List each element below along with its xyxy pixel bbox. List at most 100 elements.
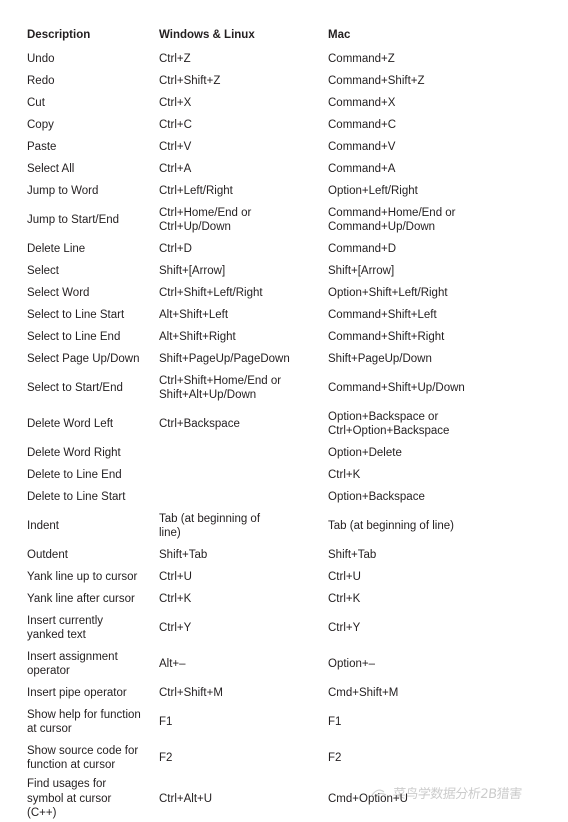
shortcut-mac-line: Shift+[Arrow] xyxy=(328,264,395,277)
shortcut-description: Indent xyxy=(0,519,159,534)
shortcut-description-line: Redo xyxy=(27,74,55,87)
shortcut-mac: Option+– xyxy=(328,657,541,672)
shortcut-mac: Option+Delete xyxy=(328,446,541,461)
shortcut-windows-linux: Ctrl+Shift+M xyxy=(159,686,328,701)
table-row: Cut Ctrl+X Command+X xyxy=(0,92,568,114)
shortcut-description: Delete Word Left xyxy=(0,417,159,432)
shortcut-mac-line: Command+D xyxy=(328,242,397,255)
shortcut-mac-line: Command+Shift+Up/Down xyxy=(328,381,465,394)
shortcut-mac-line: Ctrl+K xyxy=(328,468,361,481)
table-row: Delete to Line End Ctrl+K xyxy=(0,464,568,486)
shortcut-mac-line: Command+Z xyxy=(328,52,395,65)
shortcut-description: Copy xyxy=(0,118,159,133)
table-row: Delete Line Ctrl+D Command+D xyxy=(0,238,568,260)
shortcut-description-line: Jump to Start/End xyxy=(27,213,120,226)
shortcut-windows-linux: Shift+Tab xyxy=(159,548,328,563)
shortcut-mac: Command+A xyxy=(328,162,541,177)
table-row: Delete to Line Start Option+Backspace xyxy=(0,486,568,508)
shortcut-windows-linux-line: Ctrl+V xyxy=(159,140,192,153)
table-row: Select Shift+[Arrow] Shift+[Arrow] xyxy=(0,260,568,282)
table-row: Outdent Shift+Tab Shift+Tab xyxy=(0,544,568,566)
shortcut-windows-linux: Ctrl+X xyxy=(159,96,328,111)
shortcut-mac-line: Ctrl+K xyxy=(328,592,361,605)
shortcut-windows-linux-line: line) xyxy=(159,527,181,539)
shortcut-mac: Tab (at beginning of line) xyxy=(328,519,541,534)
shortcut-windows-linux: Shift+PageUp/PageDown xyxy=(159,352,328,367)
shortcut-description-line: function at cursor xyxy=(27,759,116,771)
shortcut-description-line: at cursor xyxy=(27,723,72,735)
shortcut-windows-linux: Ctrl+Shift+Left/Right xyxy=(159,286,328,301)
shortcut-description: Select to Start/End xyxy=(0,381,159,396)
shortcut-description: Select Word xyxy=(0,286,159,301)
shortcut-description-line: Delete Line xyxy=(27,242,86,255)
shortcut-windows-linux-line: F1 xyxy=(159,715,173,728)
shortcut-windows-linux: F2 xyxy=(159,751,328,766)
shortcut-windows-linux: Ctrl+Shift+Z xyxy=(159,74,328,89)
shortcut-windows-linux: Ctrl+Z xyxy=(159,52,328,67)
shortcut-description-line: Paste xyxy=(27,140,57,153)
shortcut-description-line: symbol at cursor xyxy=(27,792,112,805)
shortcut-windows-linux-line: Alt+– xyxy=(159,657,186,670)
shortcut-description: Insert currently yanked text xyxy=(0,614,159,643)
shortcut-description: Jump to Start/End xyxy=(0,213,159,228)
shortcut-mac: Cmd+Option+U xyxy=(328,792,541,807)
table-row: Delete Word Left Ctrl+Backspace Option+Bac… xyxy=(0,406,568,442)
shortcut-description: Redo xyxy=(0,74,159,89)
shortcut-windows-linux: Ctrl+V xyxy=(159,140,328,155)
shortcut-mac-line: Command+Shift+Left xyxy=(328,308,437,321)
shortcut-description: Select to Line Start xyxy=(0,308,159,323)
shortcut-windows-linux: Alt+– xyxy=(159,657,328,672)
shortcut-mac-line: Command+C xyxy=(328,118,397,131)
table-row: Select All Ctrl+A Command+A xyxy=(0,158,568,180)
shortcut-windows-linux: Ctrl+U xyxy=(159,570,328,585)
shortcut-description: Paste xyxy=(0,140,159,155)
shortcut-description: Select All xyxy=(0,162,159,177)
shortcut-windows-linux-line: Alt+Shift+Right xyxy=(159,330,236,343)
shortcut-description-line: operator xyxy=(27,665,70,677)
shortcut-windows-linux: Ctrl+K xyxy=(159,592,328,607)
shortcut-mac: Command+Shift+Right xyxy=(328,330,541,345)
shortcut-description-line: Insert assignment xyxy=(27,650,118,663)
shortcut-windows-linux-line: Ctrl+Y xyxy=(159,621,192,634)
shortcut-mac: Option+Shift+Left/Right xyxy=(328,286,541,301)
shortcut-description-line: Select Word xyxy=(27,286,90,299)
shortcut-mac-line: F1 xyxy=(328,715,342,728)
shortcut-windows-linux-line: Ctrl+C xyxy=(159,118,192,131)
shortcut-mac-line: Option+Delete xyxy=(328,446,402,459)
table-row: Insert assignment operator Alt+– Option+– xyxy=(0,646,568,682)
shortcut-windows-linux: F1 xyxy=(159,715,328,730)
shortcut-mac-line: Command+V xyxy=(328,140,396,153)
shortcut-mac-line: Option+– xyxy=(328,657,375,670)
shortcut-description: Show help for function at cursor xyxy=(0,708,159,737)
shortcut-windows-linux: Ctrl+A xyxy=(159,162,328,177)
shortcut-windows-linux: Ctrl+Backspace xyxy=(159,417,328,432)
shortcut-mac: Ctrl+U xyxy=(328,570,541,585)
shortcut-mac-line: Command+Shift+Right xyxy=(328,330,445,343)
shortcut-description-line: Select to Line Start xyxy=(27,308,125,321)
shortcut-description-line: Delete to Line Start xyxy=(27,490,126,503)
shortcut-description-line: Select All xyxy=(27,162,75,175)
column-header-description: Description xyxy=(27,28,91,41)
shortcut-mac-line: Command+Up/Down xyxy=(328,221,436,233)
shortcut-description-line: Select Page Up/Down xyxy=(27,352,140,365)
shortcut-mac: Ctrl+K xyxy=(328,592,541,607)
shortcut-mac: F2 xyxy=(328,751,541,766)
shortcut-windows-linux-line: Ctrl+Home/End or xyxy=(159,206,252,219)
shortcut-mac-line: Shift+PageUp/Down xyxy=(328,352,432,365)
table-row: Select to Line End Alt+Shift+Right Command… xyxy=(0,326,568,348)
shortcut-mac-line: Option+Shift+Left/Right xyxy=(328,286,448,299)
shortcut-windows-linux-line: Ctrl+Left/Right xyxy=(159,184,233,197)
table-row: Copy Ctrl+C Command+C xyxy=(0,114,568,136)
shortcut-description: Show source code for function at cursor xyxy=(0,744,159,773)
shortcut-description: Jump to Word xyxy=(0,184,159,199)
shortcut-mac: Shift+[Arrow] xyxy=(328,264,541,279)
shortcut-windows-linux-line: Alt+Shift+Left xyxy=(159,308,229,321)
shortcut-description-line: Indent xyxy=(27,519,59,532)
shortcut-mac-line: Option+Backspace xyxy=(328,490,425,503)
shortcut-description: Undo xyxy=(0,52,159,67)
shortcut-mac-line: Ctrl+U xyxy=(328,570,361,583)
shortcut-windows-linux-line: Shift+Alt+Up/Down xyxy=(159,389,257,401)
shortcut-windows-linux: Ctrl+Alt+U xyxy=(159,792,328,807)
shortcut-windows-linux-line: Ctrl+Shift+Left/Right xyxy=(159,286,263,299)
shortcut-description-line: Cut xyxy=(27,96,45,109)
